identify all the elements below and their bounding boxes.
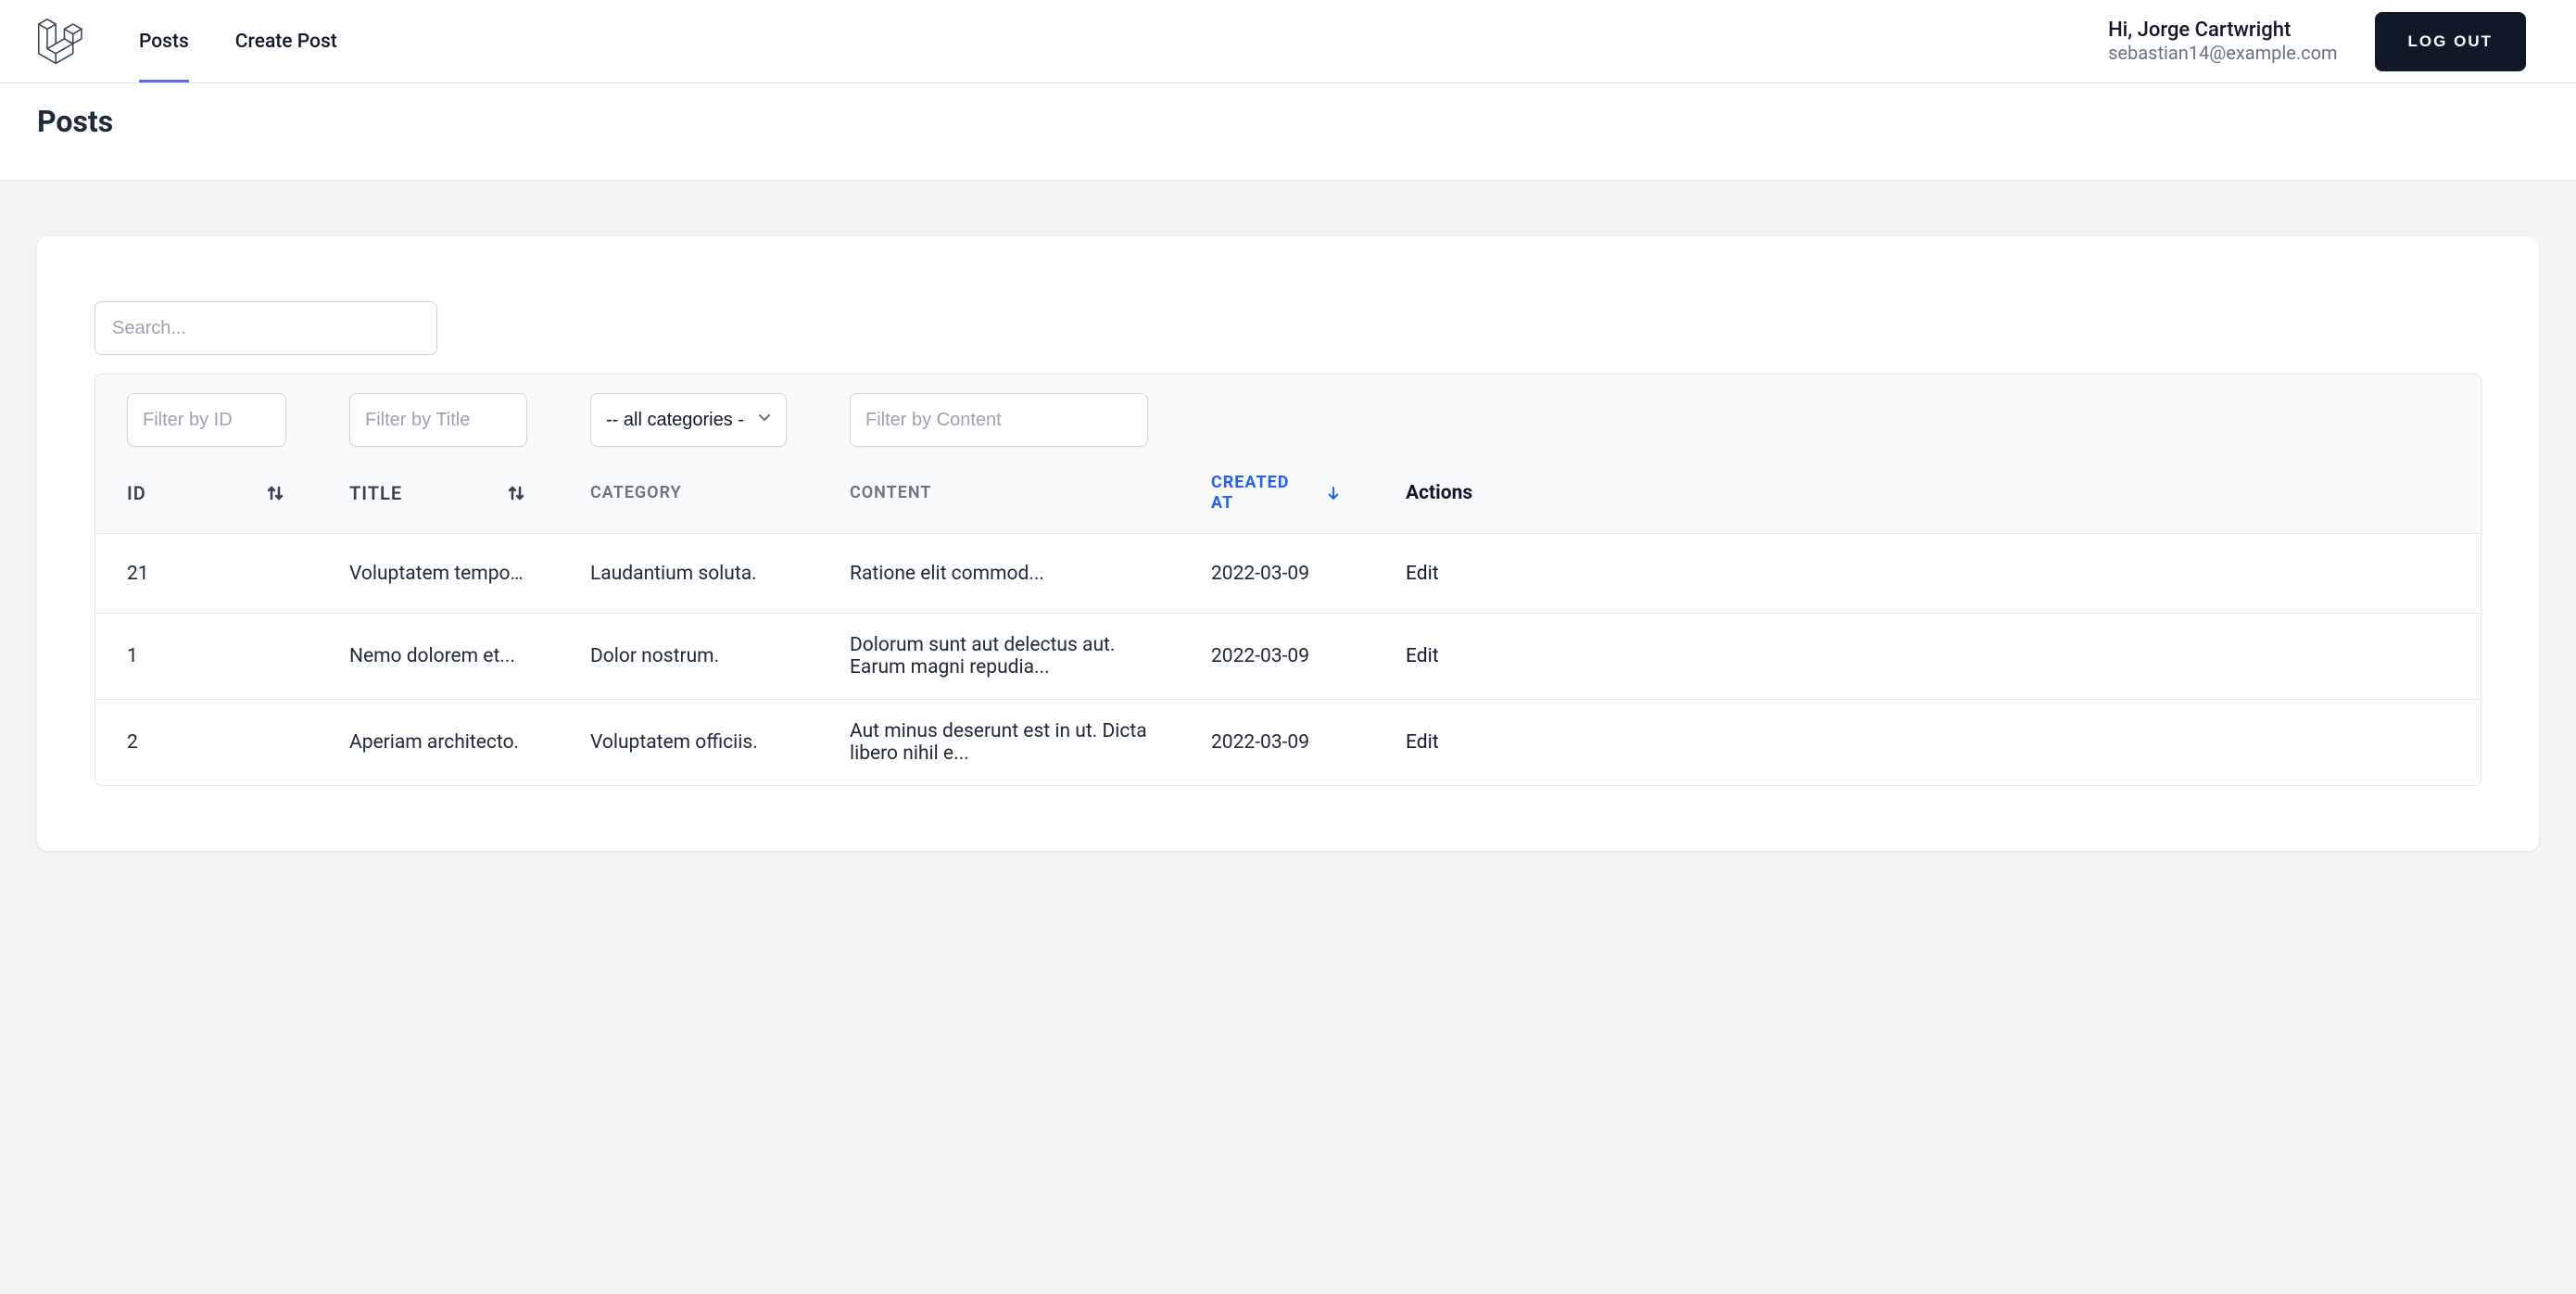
cell-id: 21 [95,563,318,585]
cell-content: Dolorum sunt aut delectus aut. Earum mag… [818,634,1180,679]
user-greeting: Hi, Jorge Cartwright [2108,19,2337,42]
edit-link[interactable]: Edit [1406,731,1439,754]
page-header-wrap: Posts [0,83,2576,181]
filter-content-input[interactable] [850,393,1148,447]
table-header-row: ID TITLE CATEGORY CONTENT [95,462,2481,534]
user-area: Hi, Jorge Cartwright sebastian14@example… [2108,12,2526,71]
edit-link[interactable]: Edit [1406,645,1439,667]
column-header-category: CATEGORY [559,473,818,513]
nav-posts[interactable]: Posts [139,0,189,82]
cell-category: Laudantium soluta. [559,563,818,585]
cell-title: Nemo dolorem et... [318,645,559,667]
column-header-created-at[interactable]: CREATED AT [1180,473,1374,513]
table-row: 1 Nemo dolorem et... Dolor nostrum. Dolo… [95,614,2481,700]
cell-created-at: 2022-03-09 [1180,731,1374,754]
cell-id: 2 [95,731,318,754]
cell-content: Aut minus deserunt est in ut. Dicta libe… [818,720,1180,765]
cell-content: Ratione elit commod... [818,563,1180,585]
sort-desc-icon [1324,484,1343,502]
search-row [95,301,2481,355]
cell-category: Voluptatem officiis. [559,731,818,754]
cell-category: Dolor nostrum. [559,645,818,667]
user-email: sebastian14@example.com [2108,42,2337,64]
filter-category-select[interactable]: -- all categories -- [590,393,787,447]
edit-link[interactable]: Edit [1406,563,1439,585]
top-nav: Posts Create Post Hi, Jorge Cartwright s… [0,0,2576,83]
column-header-title[interactable]: TITLE [318,473,559,513]
table-row: 21 Voluptatem temporibu Laudantium solut… [95,534,2481,614]
cell-title: Voluptatem temporibu [318,563,559,585]
posts-card: -- all categories -- ID [37,236,2539,851]
cell-title: Aperiam architecto. [318,731,559,754]
cell-created-at: 2022-03-09 [1180,645,1374,667]
laravel-logo-icon [37,19,83,65]
logout-button[interactable]: LOG OUT [2375,12,2526,71]
search-input[interactable] [95,301,437,355]
cell-id: 1 [95,645,318,667]
column-header-content: CONTENT [818,473,1180,513]
main-content: -- all categories -- ID [0,181,2576,907]
sort-both-icon [264,482,286,504]
filter-id-input[interactable] [127,393,286,447]
nav-create-post[interactable]: Create Post [235,0,337,82]
filter-title-input[interactable] [349,393,527,447]
posts-table: -- all categories -- ID [95,374,2481,786]
app-logo[interactable] [37,19,83,65]
cell-created-at: 2022-03-09 [1180,563,1374,585]
page-title: Posts [37,104,2539,139]
filters-row: -- all categories -- [95,374,2481,462]
table-row: 2 Aperiam architecto. Voluptatem officii… [95,700,2481,785]
column-header-actions: Actions [1374,473,2481,513]
sort-both-icon [505,482,527,504]
column-header-id[interactable]: ID [95,473,318,513]
nav-links: Posts Create Post [139,0,337,82]
